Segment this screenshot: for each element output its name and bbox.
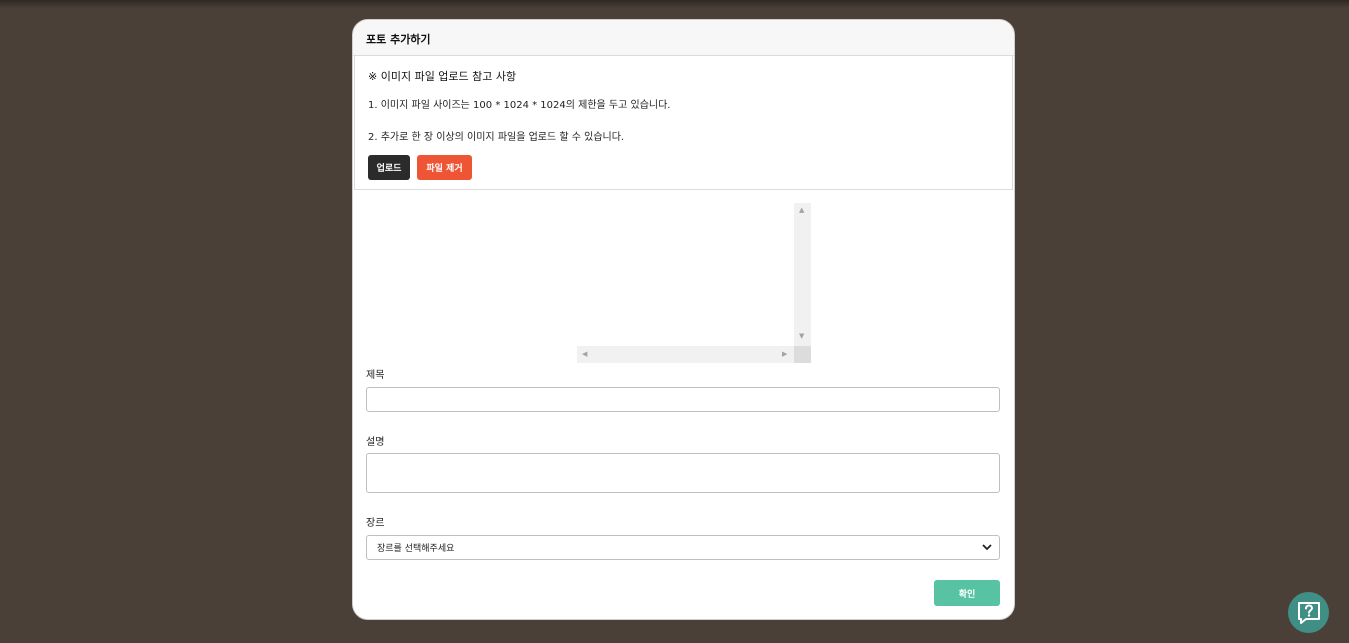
modal-title: 포토 추가하기 [366, 33, 431, 46]
notice-line-2: 2. 추가로 한 장 이상의 이미지 파일을 업로드 할 수 있습니다. [368, 132, 625, 143]
genre-select[interactable]: 장르를 선택해주세요 [366, 535, 1000, 560]
add-photo-modal: 포토 추가하기 ※ 이미지 파일 업로드 참고 사항 1. 이미지 파일 사이즈… [352, 19, 1015, 620]
scroll-left-icon[interactable]: ◀ [582, 351, 587, 358]
upload-notice: ※ 이미지 파일 업로드 참고 사항 1. 이미지 파일 사이즈는 100 * … [354, 56, 1013, 190]
scroll-up-icon[interactable]: ▲ [799, 207, 804, 214]
chevron-down-icon [982, 544, 992, 551]
scroll-right-icon[interactable]: ▶ [782, 351, 787, 358]
remove-file-button[interactable]: 파일 제거 [417, 155, 472, 180]
upload-button-row: 업로드 파일 제거 [368, 155, 999, 180]
help-chat-button[interactable] [1288, 592, 1329, 633]
confirm-button[interactable]: 확인 [934, 580, 1000, 606]
vertical-scrollbar[interactable]: ▲ ▼ [794, 203, 811, 346]
scroll-down-icon[interactable]: ▼ [799, 333, 804, 340]
title-input[interactable] [366, 387, 1000, 412]
horizontal-scrollbar[interactable]: ◀ ▶ [577, 346, 794, 363]
title-label: 제목 [366, 370, 385, 381]
description-textarea[interactable] [366, 453, 1000, 493]
image-preview-area[interactable]: ▲ ▼ ◀ ▶ [577, 203, 811, 363]
help-chat-icon [1297, 601, 1320, 624]
top-shadow [0, 0, 1349, 8]
notice-title: ※ 이미지 파일 업로드 참고 사항 [368, 70, 517, 83]
genre-selected-value: 장르를 선택해주세요 [377, 544, 455, 554]
description-label: 설명 [366, 437, 385, 448]
notice-line-1: 1. 이미지 파일 사이즈는 100 * 1024 * 1024의 제한을 두고… [368, 100, 671, 111]
modal-header: 포토 추가하기 [353, 20, 1014, 56]
genre-label: 장르 [366, 518, 385, 529]
upload-button[interactable]: 업로드 [368, 155, 410, 180]
scrollbar-corner [794, 346, 811, 363]
